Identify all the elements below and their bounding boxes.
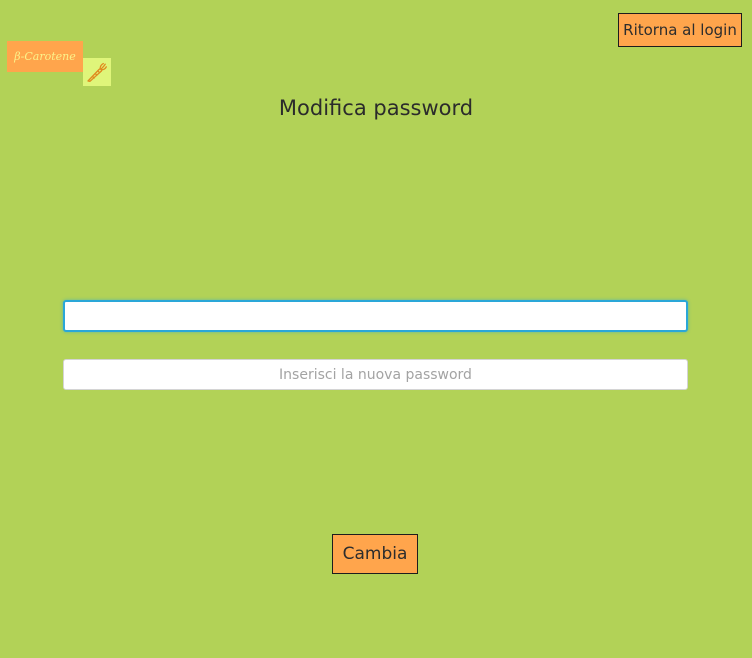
- carrot-icon: [83, 58, 111, 86]
- logo-text: β-Carotene: [14, 50, 76, 63]
- logo: β-Carotene: [7, 41, 83, 72]
- new-password-field[interactable]: [63, 359, 688, 390]
- page-title: Modifica password: [278, 96, 474, 120]
- back-to-login-button[interactable]: Ritorna al login: [618, 13, 742, 47]
- current-password-field[interactable]: [63, 300, 688, 332]
- change-password-button[interactable]: Cambia: [332, 534, 418, 574]
